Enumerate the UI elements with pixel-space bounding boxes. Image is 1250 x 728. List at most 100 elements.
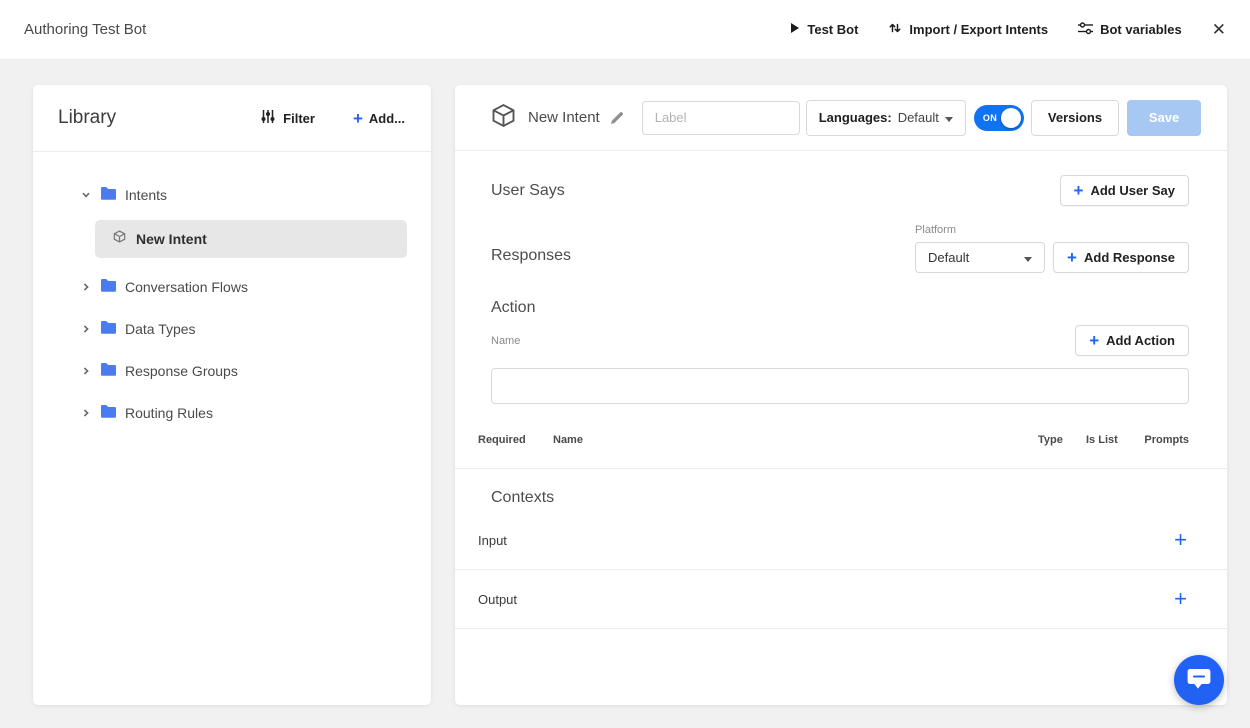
context-output-row: Output + xyxy=(455,570,1227,628)
action-section: Action xyxy=(455,299,1227,317)
chevron-down-icon xyxy=(1024,250,1032,265)
label-input[interactable] xyxy=(642,101,800,135)
plus-icon: + xyxy=(1074,182,1084,199)
tree-item-label: Conversation Flows xyxy=(125,279,248,295)
tree-item-label: Response Groups xyxy=(125,363,238,379)
filter-button[interactable]: Filter xyxy=(261,110,315,126)
import-export-label: Import / Export Intents xyxy=(909,22,1048,37)
chevron-down-icon xyxy=(945,110,953,125)
plus-icon: + xyxy=(1067,249,1077,266)
top-bar: Authoring Test Bot Test Bot Import / Exp… xyxy=(0,0,1250,60)
tree-item-data-types[interactable]: Data Types xyxy=(33,312,431,346)
plus-icon: + xyxy=(353,110,363,127)
folder-icon xyxy=(100,404,116,423)
tree-item-intents[interactable]: Intents xyxy=(33,178,431,212)
chevron-right-icon xyxy=(80,324,91,334)
user-says-section: User Says + Add User Say xyxy=(455,175,1227,206)
tree-item-routing-rules[interactable]: Routing Rules xyxy=(33,396,431,430)
add-action-label: Add Action xyxy=(1106,333,1175,348)
bot-variables-label: Bot variables xyxy=(1100,22,1182,37)
context-output-label: Output xyxy=(478,592,517,607)
add-output-context-button[interactable]: + xyxy=(1174,588,1187,610)
chevron-right-icon xyxy=(80,282,91,292)
platform-value: Default xyxy=(928,250,969,265)
chat-widget-button[interactable] xyxy=(1174,655,1224,705)
add-user-say-label: Add User Say xyxy=(1090,183,1175,198)
platform-label: Platform xyxy=(915,224,1189,236)
test-bot-label: Test Bot xyxy=(807,22,858,37)
context-input-label: Input xyxy=(478,533,507,548)
divider xyxy=(455,628,1227,629)
plus-icon: + xyxy=(1089,332,1099,349)
tree-item-label: Routing Rules xyxy=(125,405,213,421)
folder-icon xyxy=(100,362,116,381)
slots-table-header: Required Name Type Is List Prompts xyxy=(455,434,1227,446)
versions-button[interactable]: Versions xyxy=(1031,100,1119,136)
user-says-title: User Says xyxy=(491,182,565,200)
tree-item-conversation-flows[interactable]: Conversation Flows xyxy=(33,270,431,304)
action-name-row: Name + Add Action xyxy=(455,325,1227,356)
add-input-context-button[interactable]: + xyxy=(1174,529,1187,551)
chevron-right-icon xyxy=(80,408,91,418)
toggle-knob xyxy=(1001,108,1021,128)
divider xyxy=(455,468,1227,469)
edit-pencil-icon[interactable] xyxy=(608,109,626,127)
chevron-down-icon xyxy=(80,190,91,200)
platform-select[interactable]: Default xyxy=(915,242,1045,273)
intent-editor-panel: New Intent Languages: Default ON Version… xyxy=(455,85,1227,705)
intent-icon xyxy=(113,230,126,248)
library-tree: Intents New Intent xyxy=(33,152,431,430)
add-action-button[interactable]: + Add Action xyxy=(1075,325,1189,356)
intent-name: New Intent xyxy=(528,109,600,126)
filter-label: Filter xyxy=(283,111,315,126)
contexts-title: Contexts xyxy=(491,489,1227,507)
column-header-name: Name xyxy=(553,434,1038,446)
chat-bubble-icon xyxy=(1186,667,1212,694)
folder-icon xyxy=(100,186,116,205)
add-label: Add... xyxy=(369,111,405,126)
toggle-state-label: ON xyxy=(983,113,997,123)
filter-icon xyxy=(261,110,275,126)
import-export-intents-button[interactable]: Import / Export Intents xyxy=(888,21,1048,38)
library-title: Library xyxy=(58,107,116,129)
column-header-prompts: Prompts xyxy=(1139,434,1189,446)
tree-item-label: Intents xyxy=(125,187,167,203)
languages-dropdown[interactable]: Languages: Default xyxy=(806,100,966,136)
languages-label: Languages: xyxy=(819,110,892,125)
library-panel: Library Filter + Add... xyxy=(33,85,431,705)
responses-section: Responses Platform Default + Add Respons… xyxy=(455,224,1227,273)
column-header-is-list: Is List xyxy=(1086,434,1139,446)
play-icon xyxy=(790,22,800,37)
workspace: Library Filter + Add... xyxy=(0,60,1250,728)
top-bar-actions: Test Bot Import / Export Intents xyxy=(790,21,1226,38)
bot-variables-button[interactable]: Bot variables xyxy=(1078,22,1182,38)
intent-icon xyxy=(491,103,516,133)
responses-controls: Platform Default + Add Response xyxy=(915,224,1189,273)
library-add-button[interactable]: + Add... xyxy=(353,110,405,127)
import-export-icon xyxy=(888,21,902,38)
save-button[interactable]: Save xyxy=(1127,100,1201,136)
chevron-right-icon xyxy=(80,366,91,376)
add-response-label: Add Response xyxy=(1084,250,1175,265)
column-header-type: Type xyxy=(1038,434,1086,446)
sliders-icon xyxy=(1078,22,1093,38)
intent-enabled-toggle[interactable]: ON xyxy=(974,105,1024,131)
app-root: Authoring Test Bot Test Bot Import / Exp… xyxy=(0,0,1250,728)
tree-item-new-intent[interactable]: New Intent xyxy=(95,220,407,258)
context-input-row: Input + xyxy=(455,511,1227,569)
tree-item-label: Data Types xyxy=(125,321,196,337)
folder-icon xyxy=(100,278,116,297)
editor-header: New Intent Languages: Default ON Version… xyxy=(455,85,1227,151)
add-response-button[interactable]: + Add Response xyxy=(1053,242,1189,273)
tree-item-response-groups[interactable]: Response Groups xyxy=(33,354,431,388)
column-header-required: Required xyxy=(478,434,553,446)
add-user-say-button[interactable]: + Add User Say xyxy=(1060,175,1189,206)
languages-value: Default xyxy=(898,110,939,125)
test-bot-button[interactable]: Test Bot xyxy=(790,22,858,37)
library-header: Library Filter + Add... xyxy=(33,85,431,152)
action-name-input[interactable] xyxy=(491,368,1189,404)
close-icon[interactable]: ✕ xyxy=(1212,21,1226,38)
app-title: Authoring Test Bot xyxy=(24,21,146,38)
action-title: Action xyxy=(491,299,1189,317)
tree-item-label: New Intent xyxy=(136,231,207,247)
